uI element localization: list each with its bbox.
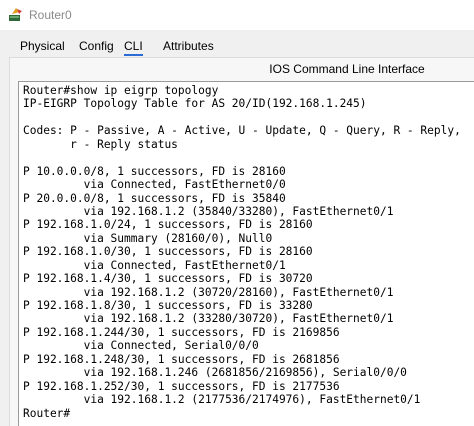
router-app-icon: [9, 8, 22, 21]
terminal-output: Router#show ip eigrp topology IP-EIGRP To…: [23, 84, 461, 420]
cli-header-label: IOS Command Line Interface: [269, 62, 425, 76]
terminal-line: via 192.168.1.246 (2681856/2169856), Ser…: [23, 366, 407, 380]
terminal-line: r - Reply status: [23, 137, 178, 151]
terminal-line: IP-EIGRP Topology Table for AS 20/ID(192…: [23, 97, 367, 111]
tab-cli[interactable]: CLI: [124, 39, 143, 56]
cli-header: IOS Command Line Interface: [0, 62, 474, 76]
terminal-line: Codes: P - Passive, A - Active, U - Upda…: [23, 124, 461, 138]
terminal-line: P 192.168.1.4/30, 1 successors, FD is 30…: [23, 272, 313, 286]
terminal-line: P 192.168.1.252/30, 1 successors, FD is …: [23, 379, 340, 393]
terminal-line: via Connected, FastEthernet0/1: [23, 258, 286, 272]
tab-bar: Physical Config CLI Attributes: [0, 30, 474, 57]
terminal-line: via Connected, FastEthernet0/0: [23, 178, 286, 192]
terminal-line: P 192.168.1.0/30, 1 successors, FD is 28…: [23, 245, 313, 259]
terminal-line: via 192.168.1.2 (35840/33280), FastEther…: [23, 204, 394, 218]
terminal-line: via 192.168.1.2 (2177536/2174976), FastE…: [23, 393, 421, 407]
terminal-line: P 192.168.1.248/30, 1 successors, FD is …: [23, 352, 340, 366]
terminal-line: via 192.168.1.2 (30720/28160), FastEther…: [23, 285, 394, 299]
tab-config[interactable]: Config: [79, 39, 114, 53]
tab-physical[interactable]: Physical: [20, 39, 65, 53]
cli-terminal[interactable]: Router#show ip eigrp topology IP-EIGRP To…: [18, 81, 474, 426]
window-title: Router0: [29, 8, 72, 22]
terminal-line: P 192.168.1.8/30, 1 successors, FD is 33…: [23, 299, 313, 312]
tab-attributes[interactable]: Attributes: [163, 39, 214, 53]
terminal-line: via Connected, Serial0/0/0: [23, 339, 259, 353]
terminal-line: P 20.0.0.0/8, 1 successors, FD is 35840: [23, 191, 286, 205]
cli-prompt: Router#: [23, 406, 71, 420]
terminal-line: via 192.168.1.2 (33280/30720), FastEther…: [23, 312, 394, 326]
title-bar: Router0: [0, 0, 474, 31]
terminal-line: P 10.0.0.0/8, 1 successors, FD is 28160: [23, 164, 286, 178]
terminal-line: via Summary (28160/0), Null0: [23, 231, 273, 245]
terminal-line: P 192.168.1.0/24, 1 successors, FD is 28…: [23, 218, 313, 232]
terminal-line: Router#show ip eigrp topology: [23, 84, 219, 97]
terminal-line: P 192.168.1.244/30, 1 successors, FD is …: [23, 325, 340, 339]
